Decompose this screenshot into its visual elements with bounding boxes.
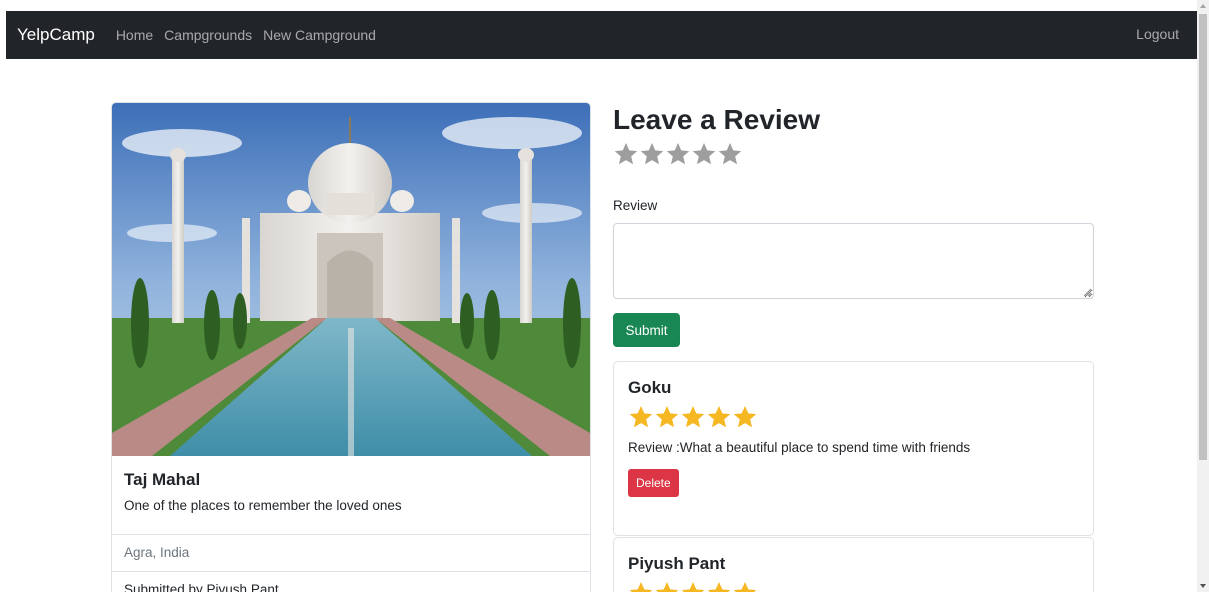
campground-location: Agra, India bbox=[112, 535, 590, 572]
delete-review-button[interactable]: Delete bbox=[628, 469, 679, 497]
leave-review-heading: Leave a Review bbox=[613, 104, 821, 135]
star-icon bbox=[629, 581, 653, 592]
nav-campgrounds-link[interactable]: Campgrounds bbox=[164, 27, 252, 43]
star-icon bbox=[707, 581, 731, 592]
review-label: Review bbox=[613, 198, 658, 213]
star-icon bbox=[629, 405, 653, 428]
campground-card-body: Taj Mahal One of the places to remember … bbox=[112, 456, 590, 535]
vertical-scrollbar[interactable] bbox=[1197, 0, 1209, 592]
review-text: Review :What a beautiful place to spend … bbox=[628, 440, 971, 455]
star-icon[interactable] bbox=[665, 141, 691, 167]
logout-link[interactable]: Logout bbox=[1136, 26, 1179, 42]
scroll-thumb[interactable] bbox=[1199, 14, 1207, 460]
star-icon bbox=[681, 581, 705, 592]
review-author: Piyush Pant bbox=[628, 554, 726, 573]
navbar: YelpCamp Home Campgrounds New Campground… bbox=[6, 11, 1197, 59]
review-author: Goku bbox=[628, 378, 672, 397]
review-rating bbox=[628, 404, 1079, 430]
campground-description: One of the places to remember the loved … bbox=[124, 498, 402, 513]
star-icon[interactable] bbox=[639, 141, 665, 167]
star-icon bbox=[707, 405, 731, 428]
star-icon bbox=[733, 405, 757, 428]
star-icon bbox=[655, 405, 679, 428]
review-card: Goku Review :What a beautiful place to s… bbox=[613, 361, 1094, 536]
review-textarea[interactable] bbox=[613, 223, 1094, 299]
campground-submitted-by: Submitted by Piyush Pant bbox=[112, 572, 590, 592]
scroll-up-arrow-icon[interactable] bbox=[1199, 2, 1207, 10]
campground-image bbox=[112, 103, 590, 456]
review-rating bbox=[628, 580, 1079, 592]
star-icon[interactable] bbox=[717, 141, 743, 167]
star-icon bbox=[681, 405, 705, 428]
resize-grip-icon[interactable] bbox=[1083, 288, 1092, 297]
brand-link[interactable]: YelpCamp bbox=[17, 25, 95, 45]
campground-card: Taj Mahal One of the places to remember … bbox=[111, 102, 591, 592]
star-icon[interactable] bbox=[691, 141, 717, 167]
scroll-down-arrow-icon[interactable] bbox=[1199, 582, 1207, 590]
star-icon[interactable] bbox=[613, 141, 639, 167]
rating-input[interactable] bbox=[613, 141, 743, 167]
star-icon bbox=[733, 581, 757, 592]
nav-home-link[interactable]: Home bbox=[116, 27, 153, 43]
campground-title: Taj Mahal bbox=[124, 470, 201, 489]
submit-review-button[interactable]: Submit bbox=[613, 313, 680, 347]
top-strip bbox=[0, 0, 1197, 11]
review-card: Piyush Pant bbox=[613, 537, 1094, 592]
star-icon bbox=[655, 581, 679, 592]
nav-new-campground-link[interactable]: New Campground bbox=[263, 27, 376, 43]
